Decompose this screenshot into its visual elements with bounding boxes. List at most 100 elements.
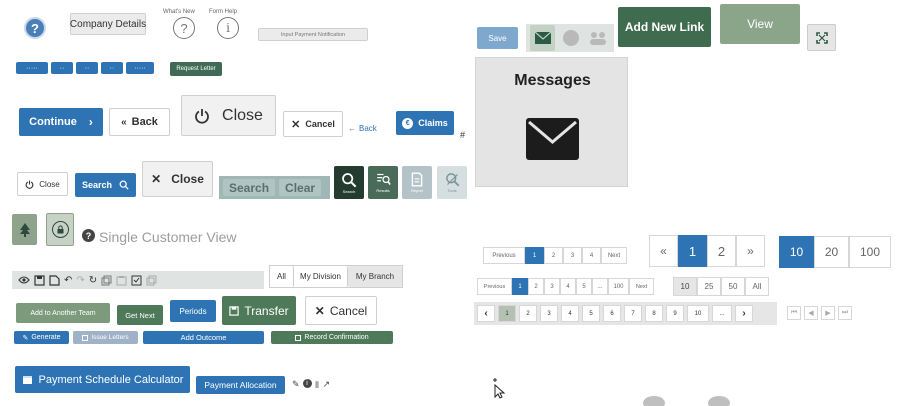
tab-my-branch[interactable]: My Branch <box>348 266 402 287</box>
issue-letters-button[interactable]: Issue Letters <box>73 331 138 344</box>
generate-button[interactable]: ✎ Generate <box>14 331 69 344</box>
dot-button-5[interactable]: ····· <box>126 62 154 74</box>
company-details-button[interactable]: Company Details <box>70 13 146 35</box>
pagination-next-boxed[interactable]: › <box>735 305 753 322</box>
page-6-boxed[interactable]: 6 <box>603 305 621 322</box>
cancel-button[interactable]: ✕ Cancel <box>283 111 343 137</box>
periods-button[interactable]: Periods <box>170 300 216 322</box>
pagination-next-large[interactable]: » <box>736 235 765 267</box>
get-next-button[interactable]: Get Next <box>117 305 163 325</box>
tile-search[interactable]: Search <box>334 166 364 199</box>
tile-results[interactable]: Results <box>368 166 398 199</box>
claims-button[interactable]: € Claims <box>396 111 454 135</box>
page-10-boxed[interactable]: 10 <box>687 305 709 322</box>
page-size-25-medium[interactable]: 25 <box>697 277 721 296</box>
page-3-medium[interactable]: 3 <box>544 278 560 295</box>
tree-icon-button[interactable] <box>12 214 37 245</box>
next-page-icon[interactable]: ▶ <box>821 306 835 320</box>
multi-copy-icon[interactable] <box>146 275 157 286</box>
page-size-10[interactable]: 10 <box>779 236 814 268</box>
pagination-prev-large[interactable]: « <box>649 235 678 267</box>
messages-tile[interactable]: Messages <box>475 57 628 187</box>
page-1-large[interactable]: 1 <box>678 235 707 267</box>
lock-icon-button[interactable] <box>46 213 74 246</box>
cancel-x-button[interactable]: ✕ Cancel <box>305 296 377 325</box>
save-as-icon[interactable] <box>49 274 60 286</box>
eye-icon[interactable] <box>18 275 30 285</box>
page-2[interactable]: 2 <box>544 247 563 264</box>
help-icon-dark[interactable]: ? <box>82 229 95 242</box>
request-letter-button[interactable]: Request Letter <box>170 62 222 76</box>
pagination-previous[interactable]: Previous <box>483 247 525 264</box>
info-icon-inline[interactable]: i <box>302 379 312 388</box>
page-1-boxed[interactable]: 1 <box>498 305 516 322</box>
page-4-boxed[interactable]: 4 <box>561 305 579 322</box>
tile-tools[interactable]: Tools <box>437 166 467 199</box>
back-link[interactable]: ← Back <box>348 124 377 133</box>
redo-icon[interactable]: ↷ <box>76 275 84 286</box>
page-5-boxed[interactable]: 5 <box>582 305 600 322</box>
help-circle-icon[interactable]: ? <box>24 17 46 39</box>
search-button[interactable]: Search <box>75 173 136 197</box>
tab-my-division[interactable]: My Division <box>294 266 348 287</box>
view-button[interactable]: View <box>720 4 800 44</box>
continue-button[interactable]: Continue › <box>19 108 103 136</box>
page-4[interactable]: 4 <box>582 247 601 264</box>
dot-button-1[interactable]: ····· <box>16 62 48 74</box>
page-size-10-medium[interactable]: 10 <box>673 277 697 296</box>
info-icon[interactable]: i <box>217 17 239 39</box>
payment-allocation-button[interactable]: Payment Allocation <box>196 376 285 394</box>
clear-gray-button[interactable]: Clear <box>279 179 322 196</box>
tile-report[interactable]: Report <box>402 166 432 199</box>
dot-button-2[interactable]: ·· <box>51 62 73 74</box>
page-7-boxed[interactable]: 7 <box>624 305 642 322</box>
first-page-icon[interactable]: ⏮ <box>787 306 801 320</box>
transfer-button[interactable]: Transfer <box>222 296 296 325</box>
copy-icon[interactable] <box>101 275 112 286</box>
page-5-medium[interactable]: 5 <box>576 278 592 295</box>
tab-all[interactable]: All <box>270 266 294 287</box>
edit-icon-inline[interactable]: ✎ <box>292 379 300 390</box>
pagination-next-medium[interactable]: Next <box>629 278 654 295</box>
page-1-medium[interactable]: 1 <box>512 278 528 295</box>
close-power-button[interactable]: Close <box>181 95 276 136</box>
page-1[interactable]: 1 <box>525 247 544 264</box>
expand-button[interactable] <box>807 24 836 51</box>
refresh-icon[interactable]: ↻ <box>89 275 97 286</box>
dot-button-3[interactable]: ·· <box>76 62 98 74</box>
close-small-button[interactable]: Close <box>17 172 68 196</box>
undo-icon[interactable]: ↶ <box>64 275 72 286</box>
pagination-previous-medium[interactable]: Previous <box>477 278 512 295</box>
back-button[interactable]: « Back <box>109 108 170 136</box>
page-2-boxed[interactable]: 2 <box>519 305 537 322</box>
envelope-tab[interactable] <box>530 25 556 51</box>
search-gray-button[interactable]: Search <box>223 179 276 196</box>
add-to-another-team-button[interactable]: Add to Another Team <box>16 303 110 323</box>
page-3-boxed[interactable]: 3 <box>540 305 558 322</box>
page-8-boxed[interactable]: 8 <box>645 305 663 322</box>
user-tab[interactable] <box>559 25 582 51</box>
add-new-link-button[interactable]: Add New Link <box>618 7 711 47</box>
page-9-boxed[interactable]: 9 <box>666 305 684 322</box>
save-button[interactable]: Save <box>477 27 518 49</box>
page-size-50-medium[interactable]: 50 <box>721 277 745 296</box>
trash-icon[interactable]: ▮ <box>315 379 320 390</box>
add-outcome-button[interactable]: Add Outcome <box>143 331 264 344</box>
close-x-button[interactable]: ✕ Close <box>142 161 213 197</box>
pagination-next[interactable]: Next <box>601 247 627 264</box>
paste-icon[interactable] <box>116 275 127 286</box>
page-size-all-medium[interactable]: All <box>745 277 769 296</box>
page-100-medium[interactable]: 100 <box>608 278 629 295</box>
input-payment-notification-button[interactable]: Input Payment Notification <box>258 28 368 41</box>
payment-schedule-calculator-button[interactable]: Payment Schedule Calculator <box>15 366 190 393</box>
external-link-icon[interactable]: ↗ <box>323 379 331 390</box>
whats-new-icon[interactable]: ? <box>173 17 195 39</box>
group-tab[interactable] <box>587 25 610 51</box>
dot-button-4[interactable]: ·· <box>101 62 123 74</box>
page-size-20[interactable]: 20 <box>814 236 849 268</box>
page-3[interactable]: 3 <box>563 247 582 264</box>
checklist-icon[interactable] <box>131 275 142 286</box>
page-4-medium[interactable]: 4 <box>560 278 576 295</box>
last-page-icon[interactable]: ⏭ <box>838 306 852 320</box>
pagination-prev-boxed[interactable]: ‹ <box>477 305 495 322</box>
